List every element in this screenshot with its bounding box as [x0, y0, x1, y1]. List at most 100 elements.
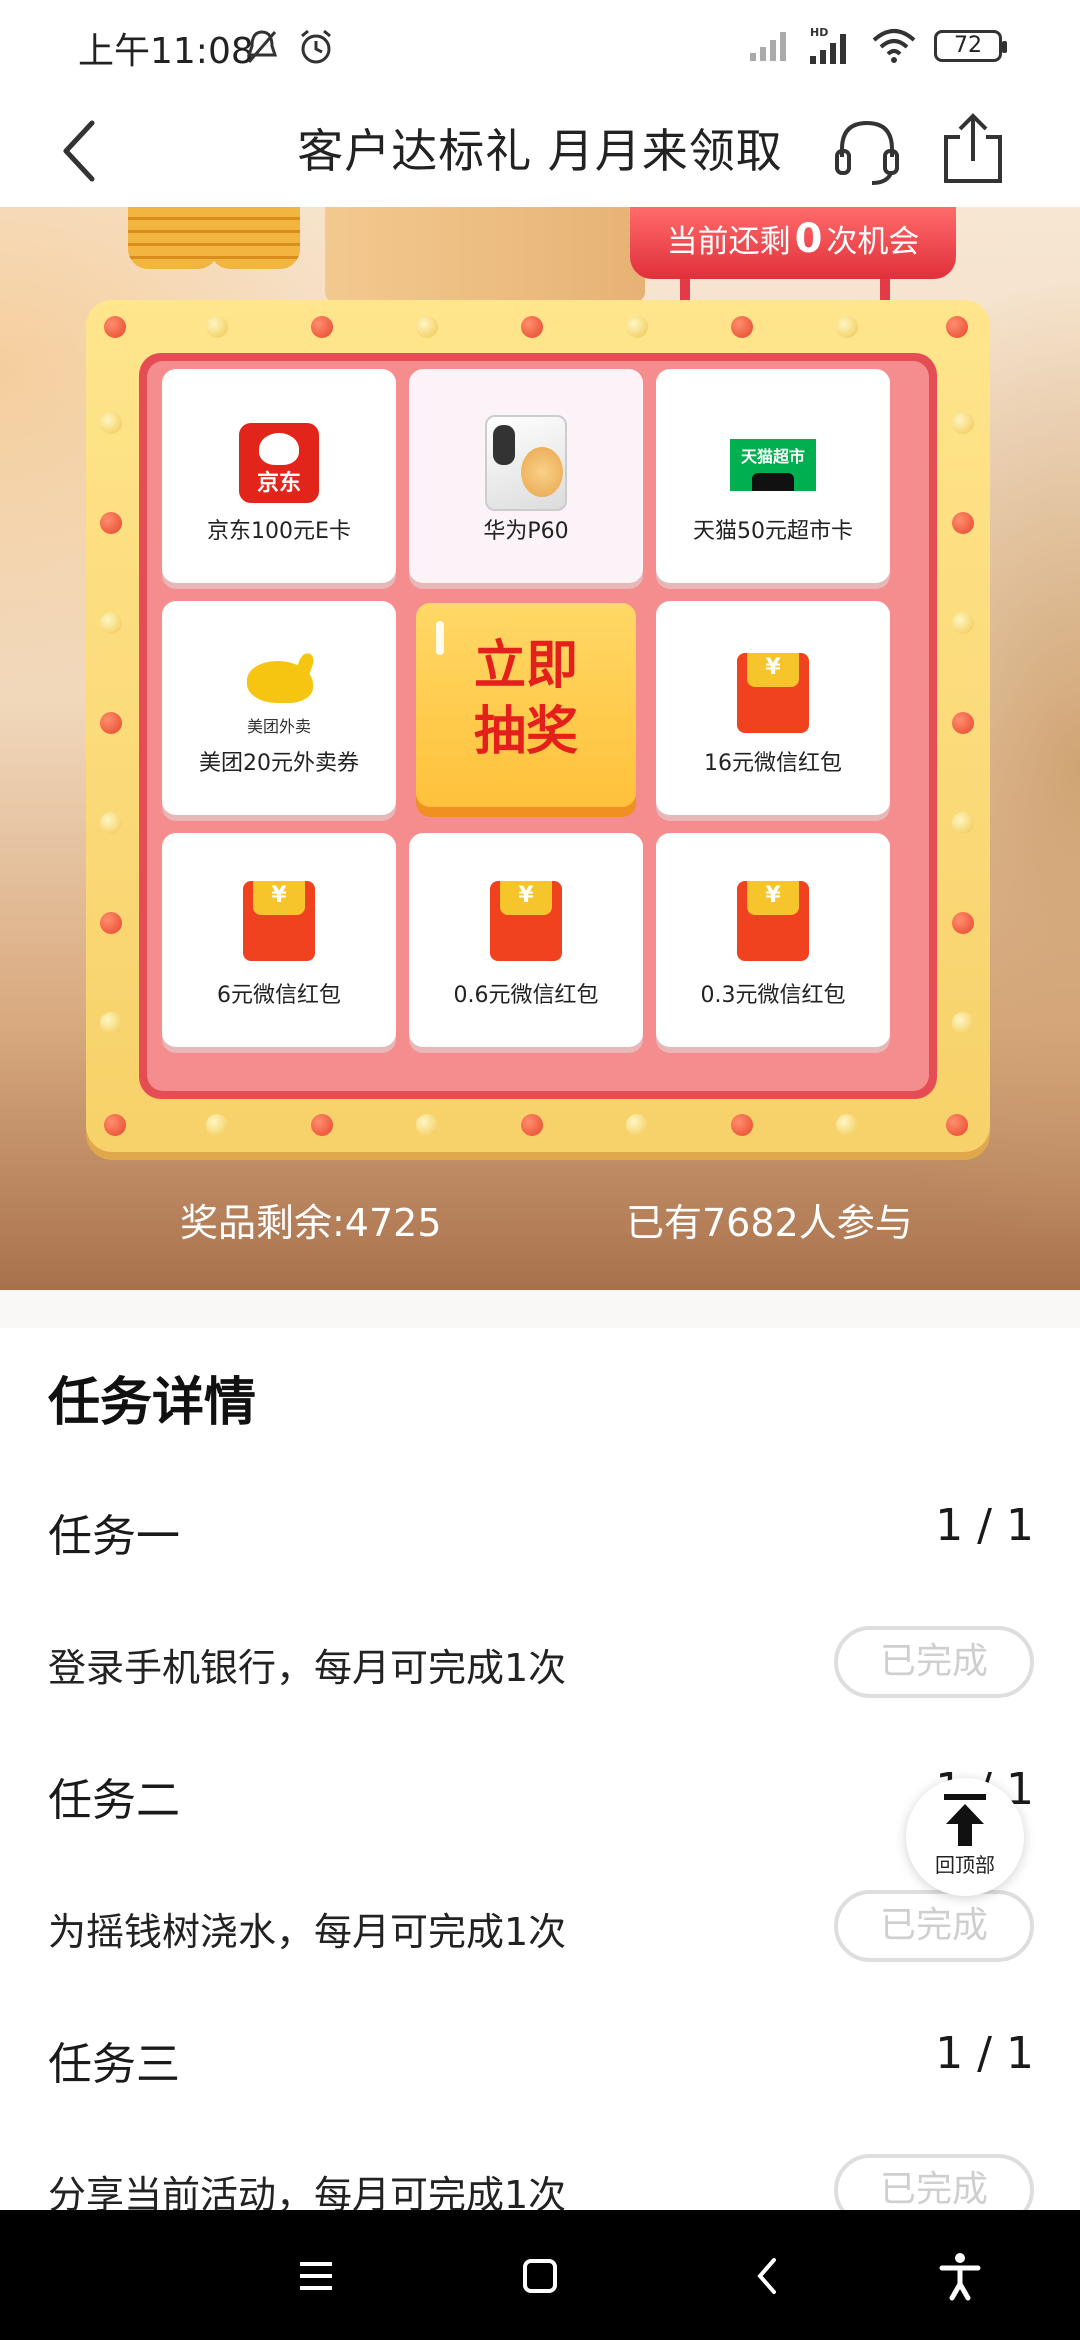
light-bulb	[952, 412, 974, 434]
task-progress: 1 / 1	[935, 2028, 1034, 2079]
light-bulb	[416, 1114, 438, 1136]
prize-label: 天猫50元超市卡	[693, 519, 853, 544]
prize-cell-redpacket-6: ¥ 6元微信红包	[162, 833, 396, 1047]
prize-cell-meituan: 美团外卖 美团20元外卖券	[162, 601, 396, 815]
meituan-kangaroo-icon: 美团外卖	[229, 651, 329, 739]
draw-button-line1: 立即	[473, 636, 578, 696]
light-bulb	[100, 712, 122, 734]
prize-label: 0.3元微信红包	[700, 983, 846, 1008]
headset-icon[interactable]	[832, 113, 902, 189]
red-packet-icon: ¥	[243, 881, 315, 961]
light-bulb	[952, 912, 974, 934]
light-bulb	[100, 812, 122, 834]
prize-label: 16元微信红包	[704, 751, 842, 776]
arrow-to-top-icon	[944, 1794, 986, 1846]
alarm-icon	[301, 29, 331, 64]
gift-box-decoration	[325, 207, 645, 302]
status-bar: 上午11:08 HD 72	[0, 0, 1080, 95]
meituan-logo-text: 美团外卖	[246, 717, 311, 736]
light-bulb	[836, 1114, 858, 1136]
light-bulb	[100, 912, 122, 934]
lottery-frame: 京东 京东100元E卡 华为P60 天猫超市 天猫50元超市卡 美团外卖 美团2…	[86, 300, 990, 1152]
lottery-banner: 当前还剩 0 次机会 京东 京东100元E卡 华为P60 天猫超市 天猫50元超…	[0, 207, 1080, 1290]
hd-signal-icon: HD	[810, 26, 846, 64]
prize-cell-tmall: 天猫超市 天猫50元超市卡	[656, 369, 890, 583]
light-bulb	[626, 1114, 648, 1136]
page-title: 客户达标礼 月月来领取	[297, 124, 783, 178]
tasks-section-title: 任务详情	[48, 1373, 257, 1433]
accessibility-icon[interactable]	[930, 2246, 990, 2306]
prize-cell-redpacket-16: ¥ 16元微信红包	[656, 601, 890, 815]
light-bulb	[952, 1012, 974, 1034]
light-bulb	[311, 316, 333, 338]
light-bulb	[206, 1114, 228, 1136]
light-bulb	[952, 512, 974, 534]
tmall-logo-text: 天猫超市	[740, 447, 805, 466]
light-bulb	[946, 316, 968, 338]
draw-button-line2: 抽奖	[473, 702, 578, 762]
jd-logo-icon: 京东	[239, 423, 319, 503]
prize-cell-huawei: 华为P60	[409, 369, 643, 583]
wifi-icon	[872, 29, 916, 63]
light-bulb	[100, 612, 122, 634]
back-to-top-button[interactable]: 回顶部	[906, 1778, 1024, 1896]
chances-suffix: 次机会	[826, 224, 920, 260]
chances-remaining-pill: 当前还剩 0 次机会	[630, 207, 956, 279]
light-bulb	[946, 1114, 968, 1136]
light-bulb	[104, 316, 126, 338]
prizes-remaining: 奖品剩余:4725	[180, 1201, 442, 1245]
light-bulb	[206, 316, 228, 338]
task-progress: 1 / 1	[935, 1500, 1034, 1551]
tmall-supermarket-icon: 天猫超市	[730, 439, 816, 491]
battery-icon: 72	[934, 30, 1007, 62]
chances-prefix: 当前还剩	[666, 224, 791, 260]
task-completed-button[interactable]: 已完成	[834, 1626, 1034, 1698]
red-packet-icon: ¥	[737, 881, 809, 961]
status-time: 上午11:08	[78, 31, 254, 72]
coin-stack-decoration	[128, 207, 218, 269]
light-bulb	[521, 1114, 543, 1136]
page-header: 客户达标礼 月月来领取	[0, 95, 1080, 207]
participants-count: 已有7682人参与	[626, 1201, 913, 1245]
light-bulb	[952, 612, 974, 634]
task-name: 任务二	[48, 1775, 180, 1826]
back-to-top-label: 回顶部	[935, 1853, 995, 1877]
draw-button[interactable]: 立即 抽奖	[416, 603, 636, 807]
light-bulb	[836, 316, 858, 338]
light-bulb	[100, 412, 122, 434]
prize-grid: 京东 京东100元E卡 华为P60 天猫超市 天猫50元超市卡 美团外卖 美团2…	[147, 361, 929, 1091]
task-description: 为摇钱树浇水，每月可完成1次	[48, 1910, 567, 1954]
light-bulb	[104, 1114, 126, 1136]
task-name: 任务一	[48, 1511, 180, 1562]
prize-grid-border: 京东 京东100元E卡 华为P60 天猫超市 天猫50元超市卡 美团外卖 美团2…	[139, 353, 937, 1099]
light-bulb	[311, 1114, 333, 1136]
share-icon[interactable]	[940, 109, 1006, 189]
light-bulb	[731, 316, 753, 338]
light-bulb	[100, 512, 122, 534]
mute-bell-icon	[246, 30, 278, 63]
jd-logo-text: 京东	[256, 471, 301, 496]
signal-icon	[750, 32, 786, 61]
system-nav-bar	[0, 2210, 1080, 2340]
chances-count: 0	[794, 216, 823, 262]
back-icon[interactable]	[738, 2246, 798, 2306]
home-square-icon[interactable]	[510, 2246, 570, 2306]
prize-cell-redpacket-0-3: ¥ 0.3元微信红包	[656, 833, 890, 1047]
task-description: 登录手机银行，每月可完成1次	[48, 1646, 567, 1690]
light-bulb	[731, 1114, 753, 1136]
light-bulb	[952, 812, 974, 834]
light-bulb	[100, 1012, 122, 1034]
task-completed-button[interactable]: 已完成	[834, 1890, 1034, 1962]
task-name: 任务三	[48, 2039, 180, 2090]
coin-stack-decoration	[210, 207, 300, 269]
prize-cell-jd: 京东 京东100元E卡	[162, 369, 396, 583]
prize-label: 6元微信红包	[217, 983, 341, 1008]
prize-label: 华为P60	[483, 519, 569, 544]
section-divider	[0, 1290, 1080, 1328]
prize-label: 美团20元外卖券	[199, 751, 359, 776]
light-bulb	[626, 316, 648, 338]
light-bulb	[521, 316, 543, 338]
prize-label: 0.6元微信红包	[453, 983, 599, 1008]
menu-icon[interactable]	[286, 2246, 346, 2306]
phone-icon	[485, 415, 567, 511]
